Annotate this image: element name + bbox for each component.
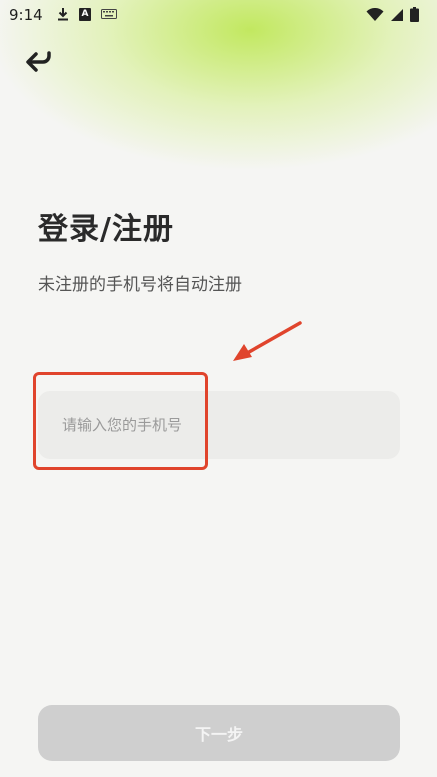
back-button[interactable] (24, 50, 54, 76)
back-arrow-icon (26, 51, 51, 72)
keyboard-icon (101, 9, 117, 19)
status-bar: 9:14 A (0, 0, 437, 30)
status-right-icons (366, 7, 419, 22)
status-time: 9:14 (9, 6, 43, 24)
download-icon (58, 8, 68, 21)
signal-icon (391, 8, 403, 21)
a-notification-icon: A (79, 7, 91, 21)
next-step-button[interactable]: 下一步 (38, 705, 400, 761)
page-subtitle: 未注册的手机号将自动注册 (38, 275, 242, 295)
page-title: 登录/注册 (38, 212, 174, 247)
status-left-icons: A (57, 7, 117, 21)
battery-icon (410, 7, 419, 22)
wifi-icon (366, 7, 384, 21)
phone-number-input[interactable] (38, 391, 400, 459)
annotation-arrow (233, 321, 302, 361)
